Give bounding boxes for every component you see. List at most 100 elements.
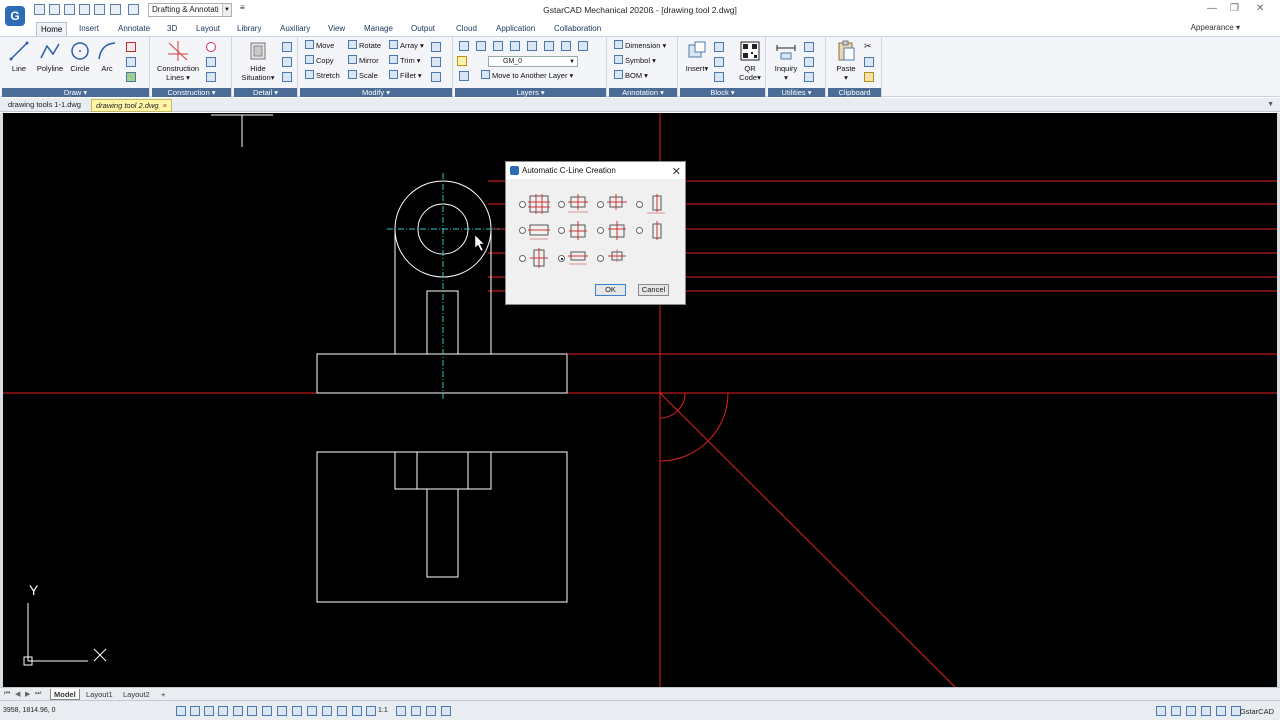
- ducs-icon[interactable]: [262, 706, 272, 716]
- match-properties-icon[interactable]: [864, 72, 874, 82]
- detail-panel-title[interactable]: Detail ▾: [234, 88, 297, 97]
- inquiry-button[interactable]: Inquiry ▾: [770, 40, 802, 82]
- qr-code-button[interactable]: QR Code▾: [736, 40, 764, 82]
- erase-icon[interactable]: [431, 42, 441, 52]
- cline-option[interactable]: [558, 218, 598, 242]
- detail-view-icon[interactable]: [282, 42, 292, 52]
- hide-situation-button[interactable]: Hide Situation▾: [236, 40, 280, 82]
- close-tab-icon[interactable]: ×: [163, 101, 167, 110]
- tab-home[interactable]: Home: [36, 22, 68, 36]
- option-radio[interactable]: [636, 227, 643, 234]
- layout-tab-layout1[interactable]: Layout1: [83, 689, 116, 700]
- hardware-accel-icon[interactable]: [426, 706, 436, 716]
- utilities-menu-icon[interactable]: [804, 42, 814, 52]
- last-layout-icon[interactable]: ⏭: [35, 690, 41, 698]
- annotation-panel-title[interactable]: Annotation ▾: [609, 88, 677, 97]
- dimension-button[interactable]: Dimension ▾: [614, 40, 666, 52]
- minimize-icon[interactable]: —: [1207, 3, 1217, 14]
- tab-annotate[interactable]: Annotate: [114, 22, 154, 36]
- cline-option[interactable]: [558, 246, 598, 270]
- stretch-button[interactable]: Stretch: [305, 70, 340, 82]
- close-icon[interactable]: ✕: [672, 164, 681, 181]
- circle-button[interactable]: Circle: [68, 40, 92, 73]
- block-attribute-icon[interactable]: [714, 72, 724, 82]
- tab-layout[interactable]: Layout: [192, 22, 224, 36]
- insert-button[interactable]: Insert▾: [682, 40, 712, 73]
- lock-icon[interactable]: [411, 706, 421, 716]
- construction-rect-icon[interactable]: [206, 57, 216, 67]
- cline-option[interactable]: [519, 192, 559, 216]
- draw-panel-title[interactable]: Draw ▾: [2, 88, 149, 97]
- cline-option[interactable]: [597, 246, 637, 270]
- layer-off-icon[interactable]: [527, 41, 537, 51]
- paste-button[interactable]: Paste ▾: [832, 40, 860, 82]
- doc-tab[interactable]: drawing tools 1-1.dwg: [4, 99, 85, 112]
- utilities-panel-title[interactable]: Utilities ▾: [768, 88, 825, 97]
- move-button[interactable]: Move: [305, 40, 334, 52]
- calculator-icon[interactable]: [804, 72, 814, 82]
- osnap-icon[interactable]: [233, 706, 243, 716]
- restore-icon[interactable]: ❐: [1230, 3, 1239, 14]
- layout-tab-model[interactable]: Model: [50, 689, 80, 700]
- cline-option[interactable]: [519, 246, 559, 270]
- next-layout-icon[interactable]: ▶: [25, 690, 30, 698]
- isolate-icon[interactable]: [441, 706, 451, 716]
- cut-icon[interactable]: ✂: [864, 42, 874, 52]
- construction-panel-title[interactable]: Construction ▾: [152, 88, 231, 97]
- tab-cloud[interactable]: Cloud: [452, 22, 481, 36]
- layer-isolate-icon[interactable]: [493, 41, 503, 51]
- tray-5-icon[interactable]: [1216, 706, 1226, 716]
- fillet-button[interactable]: Fillet ▾: [389, 70, 422, 82]
- tab-insert[interactable]: Insert: [75, 22, 103, 36]
- tab-output[interactable]: Output: [407, 22, 439, 36]
- break-icon[interactable]: [282, 72, 292, 82]
- modify-panel-title[interactable]: Modify ▾: [300, 88, 452, 97]
- block-panel-title[interactable]: Block ▾: [680, 88, 765, 97]
- gradient-icon[interactable]: [126, 72, 136, 82]
- bom-button[interactable]: BOM ▾: [614, 70, 648, 82]
- construction-misc-icon[interactable]: [206, 72, 216, 82]
- app-logo[interactable]: G: [5, 6, 25, 26]
- move-to-another-layer-button[interactable]: Move to Another Layer ▾: [481, 70, 573, 82]
- annotation-scale-value[interactable]: 1:1: [378, 707, 388, 714]
- appearance-menu[interactable]: Appearance ▾: [1191, 23, 1240, 32]
- measure-icon[interactable]: [804, 57, 814, 67]
- construction-lines-button[interactable]: Construction Lines ▾: [155, 40, 201, 82]
- create-block-icon[interactable]: [714, 42, 724, 52]
- layer-dropdown[interactable]: GM_0 ▼: [488, 56, 578, 67]
- rotate-button[interactable]: Rotate: [348, 40, 381, 52]
- array-button[interactable]: Array ▾: [389, 40, 424, 52]
- polyline-button[interactable]: Polyline: [34, 40, 66, 73]
- cline-option[interactable]: [558, 192, 598, 216]
- option-radio[interactable]: [519, 255, 526, 262]
- option-radio[interactable]: [519, 227, 526, 234]
- cline-option[interactable]: [636, 218, 676, 242]
- doc-tab-active[interactable]: drawing tool 2.dwg ×: [91, 99, 172, 112]
- dialog-title-bar[interactable]: Automatic C-Line Creation ✕: [506, 162, 685, 179]
- layers-panel-title[interactable]: Layers ▾: [455, 88, 606, 97]
- offset-icon[interactable]: [431, 72, 441, 82]
- otrack-icon[interactable]: [247, 706, 257, 716]
- option-radio[interactable]: [636, 201, 643, 208]
- copy-clip-icon[interactable]: [864, 57, 874, 67]
- dyn-icon[interactable]: [277, 706, 287, 716]
- sc-icon[interactable]: [337, 706, 347, 716]
- layer-state-icon[interactable]: [476, 41, 486, 51]
- tab-application[interactable]: Application: [492, 22, 539, 36]
- rectangle-icon[interactable]: [126, 42, 136, 52]
- symbol-button[interactable]: Symbol ▾: [614, 55, 656, 67]
- polar-icon[interactable]: [218, 706, 228, 716]
- layer-properties-icon[interactable]: [459, 41, 469, 51]
- option-radio[interactable]: [558, 201, 565, 208]
- tab-3d[interactable]: 3D: [163, 22, 181, 36]
- cline-option[interactable]: [597, 218, 637, 242]
- annotation-visibility-icon[interactable]: [366, 706, 376, 716]
- arc-button[interactable]: Arc: [96, 40, 118, 73]
- close-window-icon[interactable]: ✕: [1256, 3, 1264, 14]
- cancel-button[interactable]: Cancel: [638, 284, 669, 296]
- explode-icon[interactable]: [431, 57, 441, 67]
- layout-tab-layout2[interactable]: Layout2: [120, 689, 153, 700]
- add-layout-button[interactable]: +: [158, 689, 168, 700]
- option-radio[interactable]: [597, 255, 604, 262]
- tab-view[interactable]: View: [324, 22, 349, 36]
